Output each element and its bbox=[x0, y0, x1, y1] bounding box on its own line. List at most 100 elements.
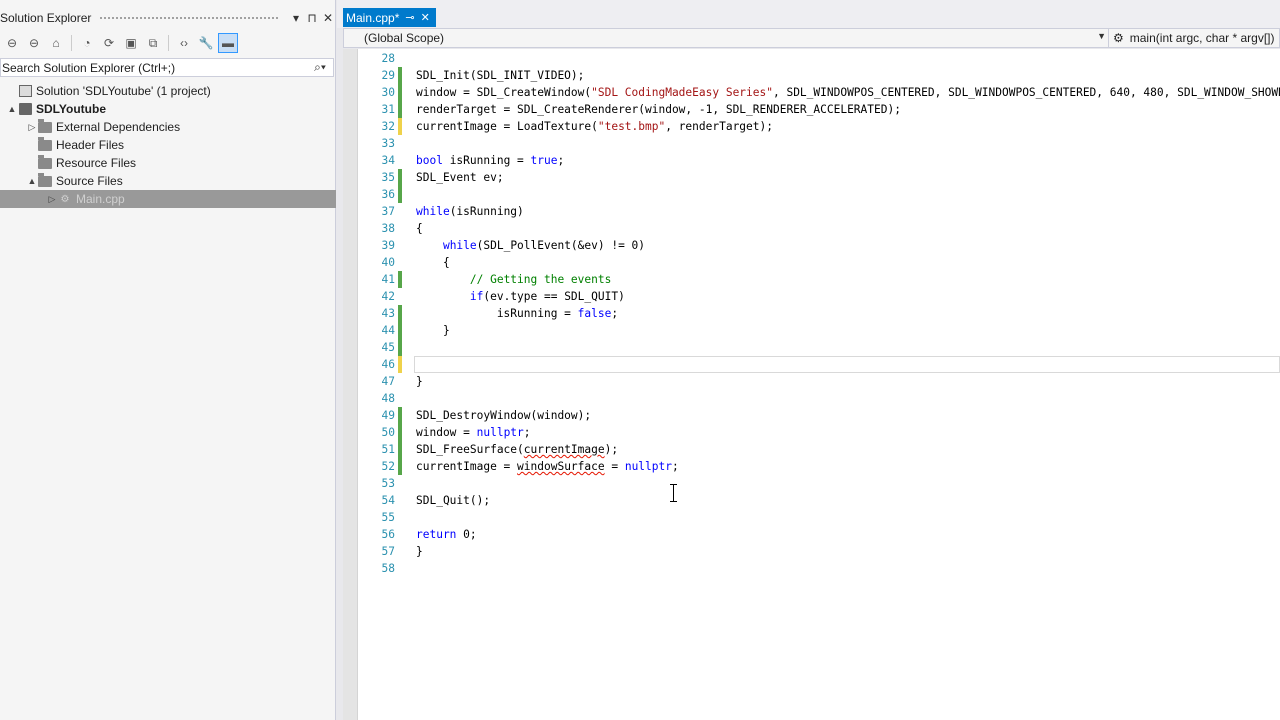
code-line[interactable]: 50 window = nullptr; bbox=[358, 424, 1280, 441]
tree-node[interactable]: ▲ SDLYoutube bbox=[0, 100, 336, 118]
expand-toggle-icon[interactable]: ▷ bbox=[46, 194, 58, 205]
home-icon[interactable]: ⌂ bbox=[46, 33, 66, 53]
solution-explorer-titlebar[interactable]: Solution Explorer ▾ ⊓ ✕ bbox=[0, 8, 336, 28]
tree-node[interactable]: Header Files bbox=[0, 136, 336, 154]
code-line[interactable]: 44 } bbox=[358, 322, 1280, 339]
code-line[interactable]: 52 currentImage = windowSurface = nullptr… bbox=[358, 458, 1280, 475]
code-line[interactable]: 45 bbox=[358, 339, 1280, 356]
code-text[interactable]: } bbox=[416, 543, 423, 560]
code-text[interactable]: bool isRunning = true; bbox=[416, 152, 564, 169]
code-line[interactable]: 39 while(SDL_PollEvent(&ev) != 0) bbox=[358, 237, 1280, 254]
code-line[interactable]: 37 while(isRunning) bbox=[358, 203, 1280, 220]
code-token: } bbox=[416, 375, 423, 388]
collapse-all-icon[interactable]: ▣ bbox=[121, 33, 141, 53]
tree-node[interactable]: Solution 'SDLYoutube' (1 project) bbox=[0, 82, 336, 100]
code-text[interactable]: while(SDL_PollEvent(&ev) != 0) bbox=[416, 237, 645, 254]
code-text[interactable]: } bbox=[416, 322, 450, 339]
code-line[interactable]: 38 { bbox=[358, 220, 1280, 237]
code-line[interactable]: 48 bbox=[358, 390, 1280, 407]
code-text[interactable]: window = nullptr; bbox=[416, 424, 531, 441]
code-line[interactable]: 32 currentImage = LoadTexture("test.bmp",… bbox=[358, 118, 1280, 135]
code-line[interactable]: 41 // Getting the events bbox=[358, 271, 1280, 288]
code-text[interactable]: window = SDL_CreateWindow("SDL CodingMad… bbox=[416, 84, 1280, 101]
code-line[interactable]: 51 SDL_FreeSurface(currentImage); bbox=[358, 441, 1280, 458]
function-dropdown[interactable]: ⚙ main(int argc, char * argv[]) bbox=[1109, 29, 1279, 47]
expand-toggle-icon[interactable]: ▲ bbox=[26, 176, 38, 186]
code-text[interactable]: currentImage = windowSurface = nullptr; bbox=[416, 458, 679, 475]
tree-node[interactable]: ▷ ⚙ Main.cpp bbox=[0, 190, 336, 208]
window-position-dropdown-icon[interactable]: ▾ bbox=[288, 11, 304, 25]
code-text[interactable]: SDL_Event ev; bbox=[416, 169, 504, 186]
close-tab-icon[interactable]: ✕ bbox=[421, 11, 430, 24]
code-text[interactable]: while(isRunning) bbox=[416, 203, 524, 220]
tree-node-label: Resource Files bbox=[56, 156, 137, 170]
indicator-margin[interactable] bbox=[343, 49, 358, 720]
line-number: 29 bbox=[381, 69, 395, 82]
code-text[interactable]: } bbox=[416, 373, 423, 390]
code-line[interactable]: 56 return 0; bbox=[358, 526, 1280, 543]
show-all-files-icon[interactable]: ⧉ bbox=[143, 33, 163, 53]
forward-icon[interactable]: ⊖ bbox=[24, 33, 44, 53]
code-line[interactable]: 54 SDL_Quit(); bbox=[358, 492, 1280, 509]
tree-node[interactable]: Resource Files bbox=[0, 154, 336, 172]
drag-grip[interactable] bbox=[99, 15, 280, 21]
code-line[interactable]: 34 bool isRunning = true; bbox=[358, 152, 1280, 169]
saved-change-marker bbox=[398, 84, 402, 101]
code-line[interactable]: 33 bbox=[358, 135, 1280, 152]
code-text[interactable]: renderTarget = SDL_CreateRenderer(window… bbox=[416, 101, 901, 118]
code-line[interactable]: 30 window = SDL_CreateWindow("SDL CodingM… bbox=[358, 84, 1280, 101]
pin-tab-icon[interactable]: ⊸ bbox=[405, 11, 414, 24]
back-icon[interactable]: ⊖ bbox=[2, 33, 22, 53]
code-text[interactable]: isRunning = false; bbox=[416, 305, 618, 322]
code-text[interactable]: return 0; bbox=[416, 526, 477, 543]
code-line[interactable]: 46 bbox=[358, 356, 1280, 373]
properties-icon[interactable]: 🔧 bbox=[196, 33, 216, 53]
code-line[interactable]: 55 bbox=[358, 509, 1280, 526]
code-line[interactable]: 58 bbox=[358, 560, 1280, 577]
code-text[interactable]: { bbox=[416, 220, 423, 237]
expand-toggle-icon[interactable]: ▷ bbox=[26, 122, 38, 133]
search-icon[interactable]: ⌕▾ bbox=[307, 60, 333, 75]
code-line[interactable]: 31 renderTarget = SDL_CreateRenderer(wind… bbox=[358, 101, 1280, 118]
code-text[interactable]: SDL_DestroyWindow(window); bbox=[416, 407, 591, 424]
sync-icon[interactable]: ⟳ bbox=[99, 33, 119, 53]
code-line[interactable]: 53 bbox=[358, 475, 1280, 492]
code-line[interactable]: 36 bbox=[358, 186, 1280, 203]
folder-icon bbox=[38, 172, 52, 188]
code-line[interactable]: 40 { bbox=[358, 254, 1280, 271]
tree-node[interactable]: ▲ Source Files bbox=[0, 172, 336, 190]
code-token: SDL_Quit(); bbox=[416, 494, 491, 507]
code-line[interactable]: 28 bbox=[358, 50, 1280, 67]
search-input[interactable] bbox=[1, 60, 307, 75]
pending-changes-filter-icon[interactable]: ◔ bbox=[77, 33, 97, 53]
close-icon[interactable]: ✕ bbox=[320, 11, 336, 25]
line-number: 35 bbox=[381, 171, 395, 184]
expand-toggle-icon[interactable]: ▲ bbox=[6, 104, 18, 114]
pin-icon[interactable]: ⊓ bbox=[304, 11, 320, 25]
code-text[interactable]: currentImage = LoadTexture("test.bmp", r… bbox=[416, 118, 773, 135]
code-text[interactable]: SDL_Quit(); bbox=[416, 492, 490, 509]
unsaved-change-marker bbox=[398, 118, 402, 135]
line-number: 33 bbox=[381, 137, 395, 150]
code-line[interactable]: 43 isRunning = false; bbox=[358, 305, 1280, 322]
code-text[interactable]: if(ev.type == SDL_QUIT) bbox=[416, 288, 625, 305]
code-line[interactable]: 29 SDL_Init(SDL_INIT_VIDEO); bbox=[358, 67, 1280, 84]
code-area[interactable]: 28 29 SDL_Init(SDL_INIT_VIDEO); 30 window = … bbox=[358, 49, 1280, 720]
view-code-icon[interactable]: ‹› bbox=[174, 33, 194, 53]
preview-selected-items-icon[interactable]: ▬ bbox=[218, 33, 238, 53]
tree-node[interactable]: ▷ External Dependencies bbox=[0, 118, 336, 136]
saved-change-marker bbox=[398, 407, 402, 424]
code-line[interactable]: 42 if(ev.type == SDL_QUIT) bbox=[358, 288, 1280, 305]
code-line[interactable]: 35 SDL_Event ev; bbox=[358, 169, 1280, 186]
code-line[interactable]: 47} bbox=[358, 373, 1280, 390]
code-text[interactable]: { bbox=[416, 254, 450, 271]
code-text[interactable]: SDL_Init(SDL_INIT_VIDEO); bbox=[416, 67, 584, 84]
code-text[interactable]: SDL_FreeSurface(currentImage); bbox=[416, 441, 618, 458]
code-token: , renderTarget); bbox=[665, 120, 773, 133]
code-line[interactable]: 57} bbox=[358, 543, 1280, 560]
tab-main-cpp[interactable]: Main.cpp* ⊸ ✕ bbox=[343, 8, 436, 27]
scope-dropdown[interactable]: (Global Scope) ▼ bbox=[344, 29, 1109, 47]
code-line[interactable]: 49 SDL_DestroyWindow(window); bbox=[358, 407, 1280, 424]
code-text[interactable]: // Getting the events bbox=[416, 271, 611, 288]
